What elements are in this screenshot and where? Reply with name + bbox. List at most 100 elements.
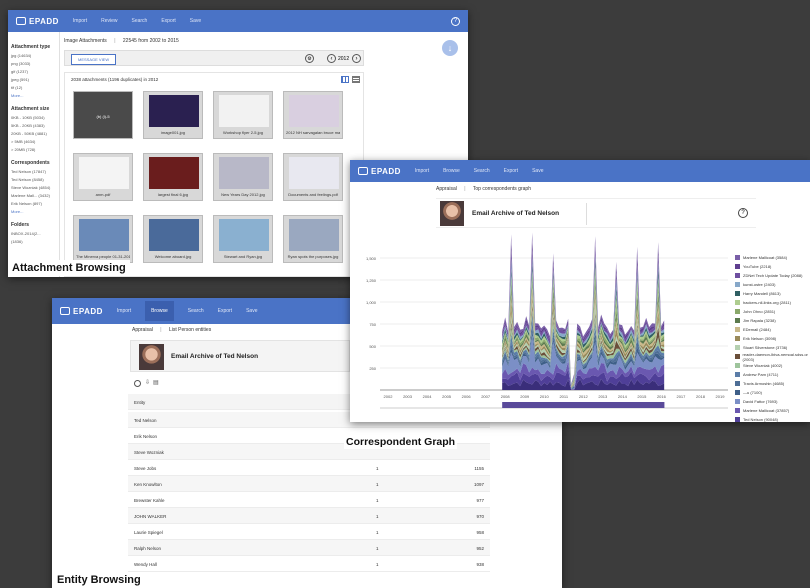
prev-year-icon[interactable]: ‹ (327, 54, 336, 63)
legend-item[interactable]: kunst-ostre (2403) (735, 280, 810, 289)
add-icon[interactable]: ↓ (442, 40, 458, 56)
entity-name[interactable]: Wendy Hall (134, 562, 157, 567)
facet-item[interactable]: 0KB - 10KB (5034) (11, 115, 56, 120)
nav-import[interactable]: Import (73, 18, 87, 24)
table-row[interactable]: Laurie Spiegel 1 958 (128, 524, 490, 540)
facet-item[interactable]: Ted Nelson (17847) (11, 169, 56, 174)
table-row[interactable]: Ralph Nelson 1 952 (128, 540, 490, 556)
nav-save[interactable]: Save (246, 308, 257, 314)
attachment-thumbnail[interactable]: largest final 6.jpg (143, 153, 203, 201)
legend-label: David Fattor (7693) (743, 399, 778, 404)
entity-name[interactable]: Ken Knowlton (134, 482, 162, 487)
attachment-thumbnail[interactable]: The Minerva people 01-31-2012... (73, 215, 133, 263)
nav-search[interactable]: Search (132, 18, 148, 24)
nav-import[interactable]: Import (117, 308, 131, 314)
legend-item[interactable]: Travis Armoshin (4685) (735, 379, 810, 388)
legend-item[interactable]: hackers-nll-links.org (2811) (735, 298, 810, 307)
facet-item[interactable]: (1836) (11, 239, 56, 244)
legend-swatch (735, 264, 740, 269)
y-tick-label: 500 (369, 344, 376, 349)
legend-item[interactable]: Harry Mandell (8613) (735, 289, 810, 298)
facet-item[interactable]: Ted Nelson (8458) (11, 177, 56, 182)
facet-item[interactable]: jpg (14634) (11, 53, 56, 58)
thumbnail-label: 2012 NH sarvagalan bruce mail... (286, 130, 340, 135)
table-row[interactable]: Brewster Kahle 1 977 (128, 492, 490, 508)
entity-name[interactable]: Erik Nelson (134, 434, 157, 439)
facet-item[interactable]: More... (11, 209, 56, 214)
facet-item[interactable]: > 20MB (728) (11, 147, 56, 152)
nav-review[interactable]: Review (101, 18, 117, 24)
attachment-thumbnail[interactable]: Documents and feelings.pdf (283, 153, 343, 201)
legend-label: Harry Mandell (8613) (743, 291, 781, 296)
grid-view-icon[interactable] (341, 76, 349, 83)
download-icon[interactable]: ⇩ (145, 379, 150, 386)
attachment-thumbnail[interactable]: Workshop flyer 2-5.jpg (213, 91, 273, 139)
entity-name[interactable]: Brewster Kahle (134, 498, 165, 503)
attachment-thumbnail[interactable]: image001.jpg (143, 91, 203, 139)
attachment-thumbnail[interactable]: Welcome aboard.jpg (143, 215, 203, 263)
nav-save[interactable]: Save (190, 18, 201, 24)
table-row[interactable]: Ken Knowlton 1 1097 (128, 476, 490, 492)
chart-icon[interactable]: ▤ (153, 379, 159, 386)
legend-item[interactable]: —u (7100) (735, 388, 810, 397)
table-row[interactable]: Steve Jobs 1 1155 (128, 460, 490, 476)
entity-name[interactable]: Ted Nelson (134, 418, 157, 423)
facet-item[interactable]: png (3033) (11, 61, 56, 66)
entity-name[interactable]: Steve Wozniak (134, 450, 164, 455)
facet-item[interactable]: 20KB - 50KB (4881) (11, 131, 56, 136)
table-row[interactable]: Wendy Hall 1 938 (128, 556, 490, 572)
legend-item[interactable]: Marlene Mallicoat (3584) (735, 253, 810, 262)
facet-item[interactable]: Steve Wozniak (4854) (11, 185, 56, 190)
nav-export[interactable]: Export (161, 18, 175, 24)
nav-browse[interactable]: Browse (145, 301, 174, 321)
facet-item[interactable]: More... (11, 93, 56, 98)
thumbnail-image (289, 95, 339, 127)
next-year-icon[interactable]: › (352, 54, 361, 63)
attachment-thumbnail[interactable]: New Years Day 2012.jpg (213, 153, 273, 201)
facet-item[interactable]: tif (12) (11, 85, 56, 90)
legend-item[interactable]: EDemail (2484) (735, 325, 810, 334)
epadd-logo: EPADD (60, 307, 103, 316)
legend-item[interactable]: John Ohno (2851) (735, 307, 810, 316)
legend-item[interactable]: Erik Nelson (3098) (735, 334, 810, 343)
help-icon[interactable]: ? (451, 16, 460, 26)
attachment-thumbnail[interactable]: Ryan spots the purposes.jpg (283, 215, 343, 263)
entity-name[interactable]: JOHN WALKER (134, 514, 166, 519)
legend-item[interactable]: Jim Rapala (3238) (735, 316, 810, 325)
facet-item[interactable]: > 5MB (4634) (11, 139, 56, 144)
legend-item[interactable]: David Fattor (7693) (735, 397, 810, 406)
nav-export[interactable]: Export (218, 308, 232, 314)
legend-item[interactable]: Marlene Mallicoat (37857) (735, 406, 810, 415)
overview-brush[interactable] (502, 402, 665, 408)
facet-item[interactable]: 5KB - 20KB (4383) (11, 123, 56, 128)
message-view-button[interactable]: MESSAGE VIEW (71, 54, 117, 65)
facet-item[interactable]: gif (1237) (11, 69, 56, 74)
entity-name[interactable]: Steve Jobs (134, 466, 156, 471)
legend-item[interactable]: Ted Nelson (90048) (735, 415, 810, 422)
breadcrumb-appraisal[interactable]: Appraisal (132, 327, 153, 333)
entity-name[interactable]: Laurie Spiegel (134, 530, 163, 535)
nav-search[interactable]: Search (188, 308, 204, 314)
legend-label: Erik Nelson (3098) (743, 336, 777, 341)
legend-item[interactable]: ZDNet Tech Update Today (2088) (735, 271, 810, 280)
facet-item[interactable]: Marlene Mall... (3432) (11, 193, 56, 198)
attachment-thumbnail[interactable]: 2012 NH sarvagalan bruce mail... (283, 91, 343, 139)
attachment-thumbnail[interactable]: Stewart and Ryan.jpg (213, 215, 273, 263)
legend-item[interactable]: Steve Wozniak (4002) (735, 361, 810, 370)
table-row[interactable]: JOHN WALKER 1 970 (128, 508, 490, 524)
info-icon[interactable] (134, 380, 141, 387)
facet-item[interactable]: Erik Nelson (897) (11, 201, 56, 206)
facet-item[interactable]: INBOX-2014(2... (11, 231, 56, 236)
attachment-thumbnail[interactable]: anm-pdf (73, 153, 133, 201)
column-entity[interactable]: Entity (134, 400, 145, 405)
archive-header: Email Archive of Ted Nelson (130, 340, 350, 372)
entity-name[interactable]: Ralph Nelson (134, 546, 161, 551)
top-nav: EPADD Import Review Search Export Save ? (8, 10, 468, 32)
facet-item[interactable]: jpeg (591) (11, 77, 56, 82)
attachment-thumbnail[interactable]: (b) (i)-5 (73, 91, 133, 139)
legend-item[interactable]: YouTube (2218) (735, 262, 810, 271)
list-view-icon[interactable] (352, 76, 360, 83)
settings-icon[interactable]: ⚙ (305, 54, 314, 63)
legend-item[interactable]: reader-daemon-lbiva-nemoal.sdss.or (2003… (735, 352, 810, 362)
legend-item[interactable]: Andrew Pam (4711) (735, 370, 810, 379)
